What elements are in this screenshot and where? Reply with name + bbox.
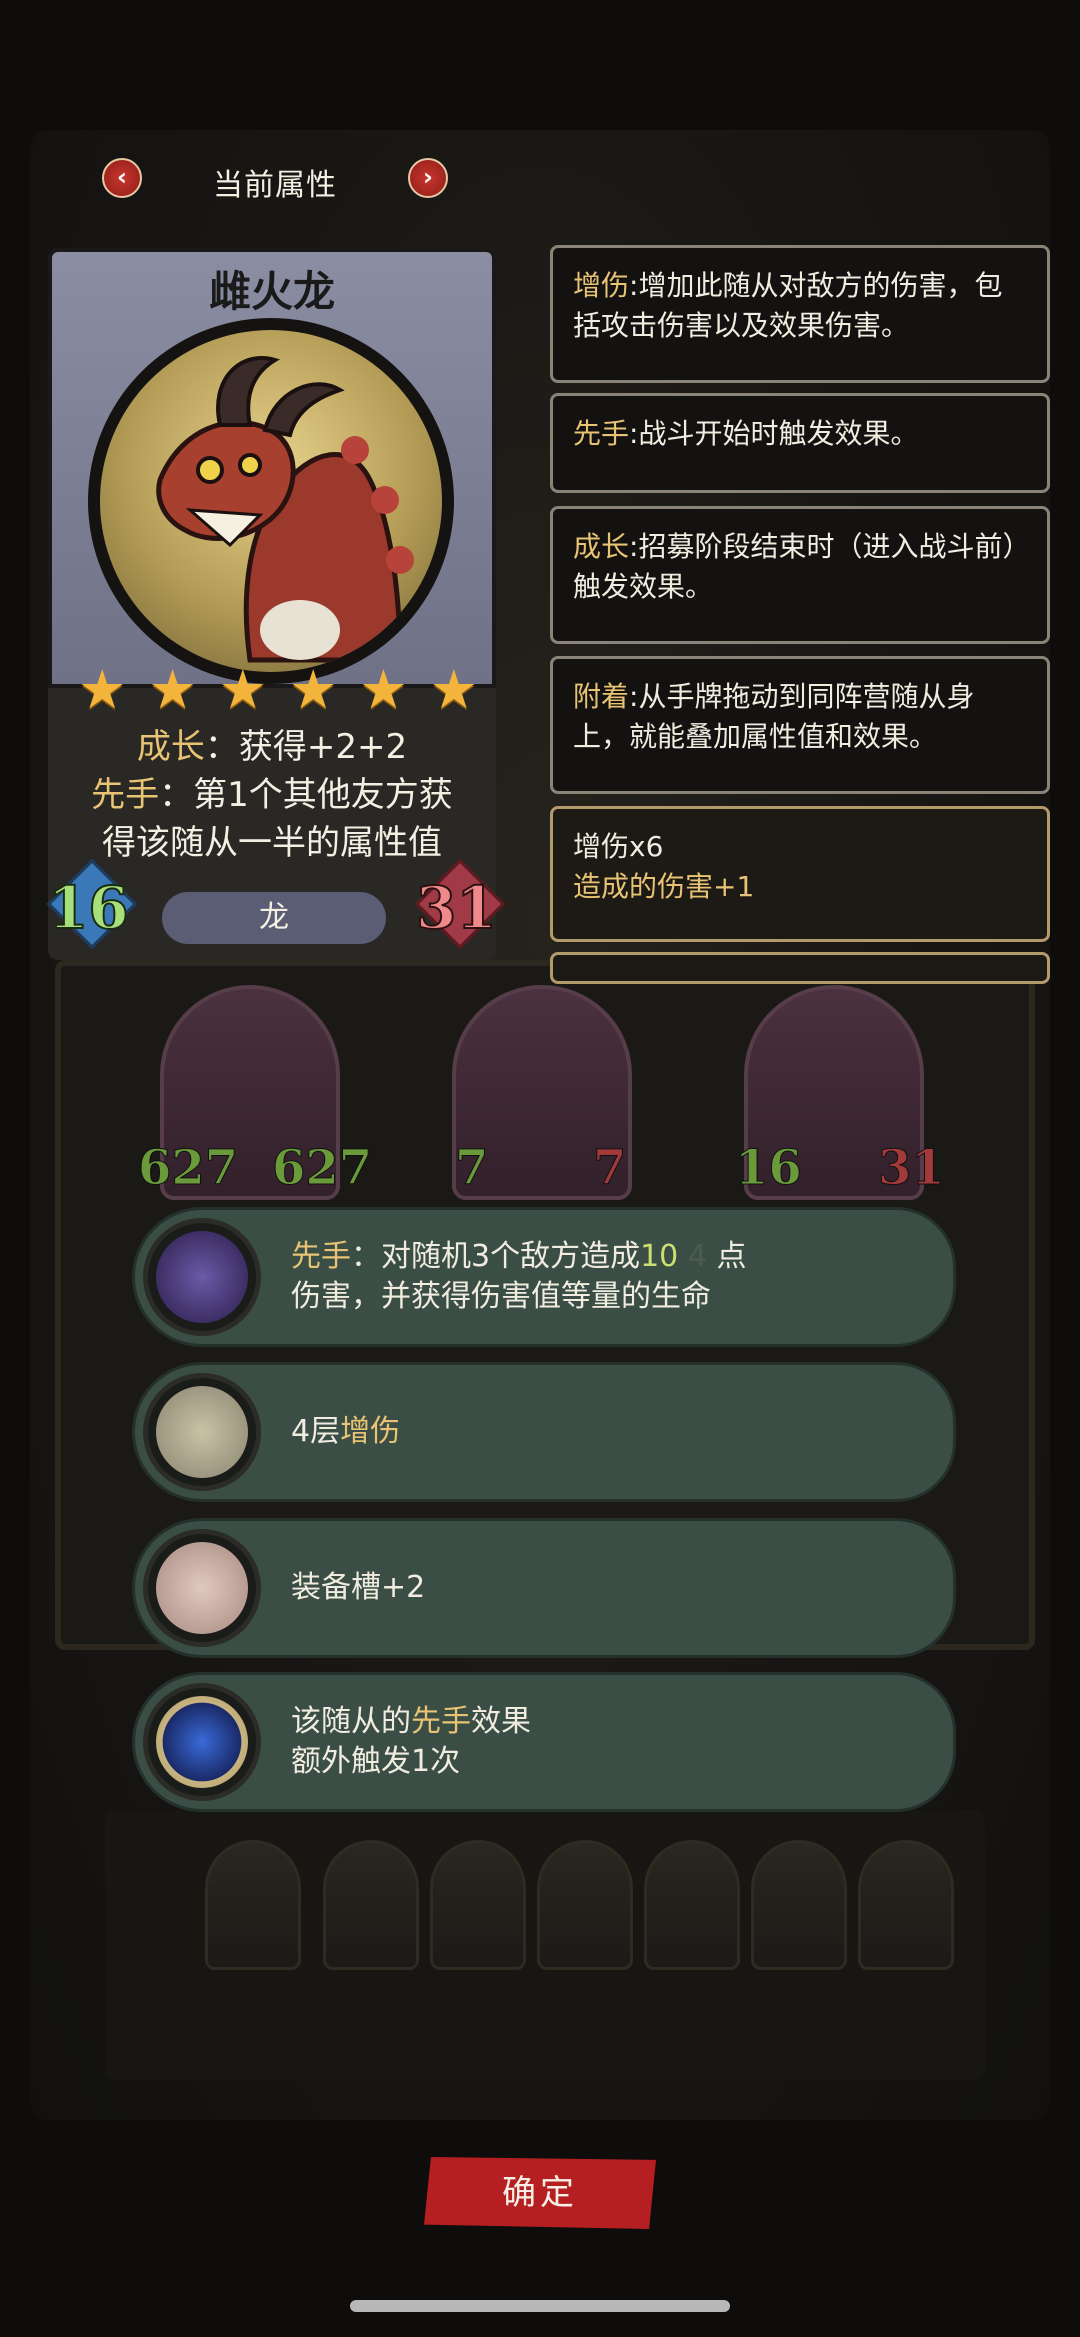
tooltip-growth: 成长:招募阶段结束时（进入战斗前）触发效果。 [550,506,1050,644]
buff-detail: 造成的伤害+1 [573,870,755,903]
ability-line: 额外触发1次 [291,1744,461,1779]
ability-dim-value: 4 [687,1239,707,1274]
deck-card [323,1840,419,1970]
crystal-shard-icon [143,1218,261,1336]
minion-health: 31 [878,1140,946,1197]
tribe-badge: 龙 [162,892,386,944]
star-icon: ★ [288,658,338,721]
tooltip-keyword: 增伤 [573,269,630,302]
first-strike-keyword[interactable]: 先手 [91,775,159,815]
unit-description: 成长：获得+2+2 先手：第1个其他友方获 得该随从一半的属性值 [68,723,476,867]
star-icon: ★ [218,658,268,721]
first-strike-text-cont: 得该随从一半的属性值 [102,823,442,863]
dragon-portrait [100,330,442,672]
ability-keyword: 先手 [291,1239,351,1274]
ability-text: 该随从的先手效果 额外触发1次 [291,1675,931,1809]
ability-suffix: 点 [706,1239,747,1274]
deck-card [430,1840,526,1970]
ability-prefix: 4层 [291,1414,341,1449]
ability-line: 效果 [471,1704,531,1739]
ability-value: 10 [640,1239,679,1274]
tooltip-text: :增加此随从对敌方的伤害，包括攻击伤害以及效果伤害。 [573,269,1003,342]
star-icon: ★ [78,658,127,721]
ability-line: ：对随机3个敌方造成 [351,1239,641,1274]
ability-equipment-slot[interactable]: 装备槽+2 [132,1518,956,1658]
minion-health: 7 [592,1140,627,1197]
ability-text: 装备槽+2 [291,1521,931,1655]
tooltip-damage-boost: 增伤:增加此随从对敌方的伤害，包括攻击伤害以及效果伤害。 [550,245,1050,383]
ability-keyword: 增伤 [340,1414,401,1449]
deck-card [537,1840,633,1970]
page-title: 当前属性 [213,168,337,203]
minion-health: 627 [271,1140,373,1197]
growth-keyword[interactable]: 成长 [137,727,205,767]
deck-card [205,1840,301,1970]
attack-value: 16 [47,873,130,943]
ability-damage-boost[interactable]: 4层增伤 [132,1362,956,1502]
blue-orb-amulet-icon [143,1683,261,1801]
tooltip-keyword: 成长 [573,530,630,563]
growth-text: ：获得+2+2 [204,727,408,767]
tooltip-attach: 附着:从手牌拖动到同阵营随从身上，就能叠加属性值和效果。 [550,656,1050,794]
ability-text: 先手：对随机3个敌方造成10 4 点 伤害，并获得伤害值等量的生命 [291,1210,931,1344]
unit-name: 雌火龙 [208,267,335,316]
ability-line: 该随从的 [291,1704,411,1739]
ability-line: 伤害，并获得伤害值等量的生命 [291,1279,711,1314]
unit-card: 雌火龙 ★ ★ ★ ★ ★ ★ 成长：获得+2+2 先手：第1个其他友方获 得该… [48,248,496,960]
tooltip-text: :战斗开始时触发效果。 [629,417,919,450]
first-strike-text: ：第1个其他友方获 [159,775,453,815]
star-rating: ★ ★ ★ ★ ★ ★ [78,663,478,717]
growth-line: 成长：获得+2+2 [68,723,476,771]
ability-keyword: 先手 [411,1704,471,1739]
tooltip-first-strike: 先手:战斗开始时触发效果。 [550,393,1050,493]
ability-first-strike[interactable]: 先手：对随机3个敌方造成10 4 点 伤害，并获得伤害值等量的生命 [132,1207,956,1347]
tooltip-keyword: 先手 [573,417,630,450]
ability-text: 4层增伤 [291,1365,931,1499]
home-indicator[interactable] [350,2300,730,2312]
chevron-left-icon[interactable]: ‹ [102,158,142,198]
tooltip-text: :招募阶段结束时（进入战斗前）触发效果。 [573,530,1017,603]
tooltip-text: :从手牌拖动到同阵营随从身上，就能叠加属性值和效果。 [573,680,975,753]
buff-title: 增伤x6 [573,830,664,863]
buff-damage-boost: 增伤x6 造成的伤害+1 [550,806,1050,942]
tooltip-keyword: 附着 [573,680,630,713]
deck-card [858,1840,954,1970]
deck-card [751,1840,847,1970]
first-strike-line: 先手：第1个其他友方获 [68,771,476,819]
minion-attack: 16 [735,1140,803,1197]
star-icon: ★ [359,658,408,721]
health-value: 31 [415,873,498,943]
pig-armor-icon [143,1529,261,1647]
dark-wing-icon [143,1373,261,1491]
minion-attack: 627 [137,1140,239,1197]
ability-line: 装备槽+2 [291,1570,426,1605]
deck-card [644,1840,740,1970]
star-icon: ★ [148,658,197,721]
confirm-button[interactable]: 确定 [424,2157,656,2229]
minion-attack: 7 [454,1140,489,1197]
buff-next [550,952,1050,984]
ability-extra-trigger[interactable]: 该随从的先手效果 额外触发1次 [132,1672,956,1812]
chevron-right-icon[interactable]: › [408,158,448,198]
star-icon: ★ [429,658,478,721]
